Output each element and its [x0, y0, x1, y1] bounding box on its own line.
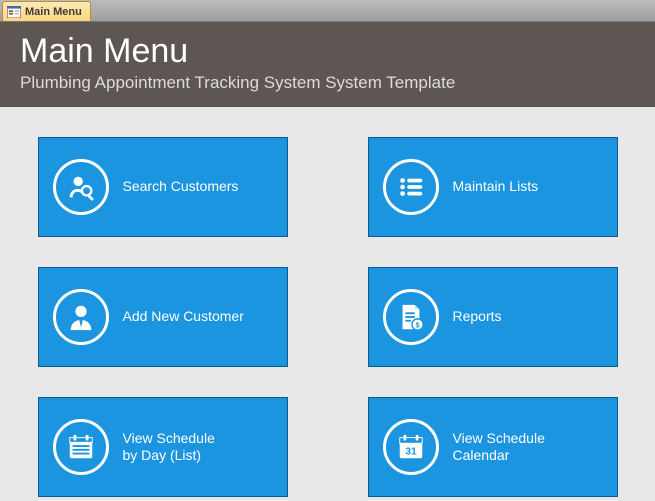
tab-main-menu[interactable]: Main Menu	[2, 1, 91, 21]
tab-label: Main Menu	[25, 6, 82, 18]
tile-label: View Schedule Calendar	[453, 430, 545, 465]
tile-add-new-customer[interactable]: Add New Customer	[38, 267, 288, 367]
list-icon	[383, 159, 439, 215]
tab-strip: Main Menu	[0, 0, 655, 22]
header: Main Menu Plumbing Appointment Tracking …	[0, 22, 655, 107]
tile-label: Maintain Lists	[453, 178, 539, 196]
tile-view-schedule-calendar[interactable]: 31 View Schedule Calendar	[368, 397, 618, 497]
tile-label: Reports	[453, 308, 502, 326]
tile-search-customers[interactable]: Search Customers	[38, 137, 288, 237]
page-title: Main Menu	[20, 32, 635, 71]
search-customer-icon	[53, 159, 109, 215]
svg-text:31: 31	[405, 447, 417, 458]
tile-label: Search Customers	[123, 178, 239, 196]
tile-maintain-lists[interactable]: Maintain Lists	[368, 137, 618, 237]
page-subtitle: Plumbing Appointment Tracking System Sys…	[20, 73, 635, 93]
schedule-list-icon	[53, 419, 109, 475]
tile-reports[interactable]: $ Reports	[368, 267, 618, 367]
tile-view-schedule-day[interactable]: View Schedule by Day (List)	[38, 397, 288, 497]
person-icon	[53, 289, 109, 345]
form-icon	[7, 6, 21, 18]
menu-grid: Search Customers Maintain Lists Add New …	[0, 107, 655, 497]
report-icon: $	[383, 289, 439, 345]
tile-label: Add New Customer	[123, 308, 244, 326]
tile-label: View Schedule by Day (List)	[123, 430, 215, 465]
calendar-icon: 31	[383, 419, 439, 475]
